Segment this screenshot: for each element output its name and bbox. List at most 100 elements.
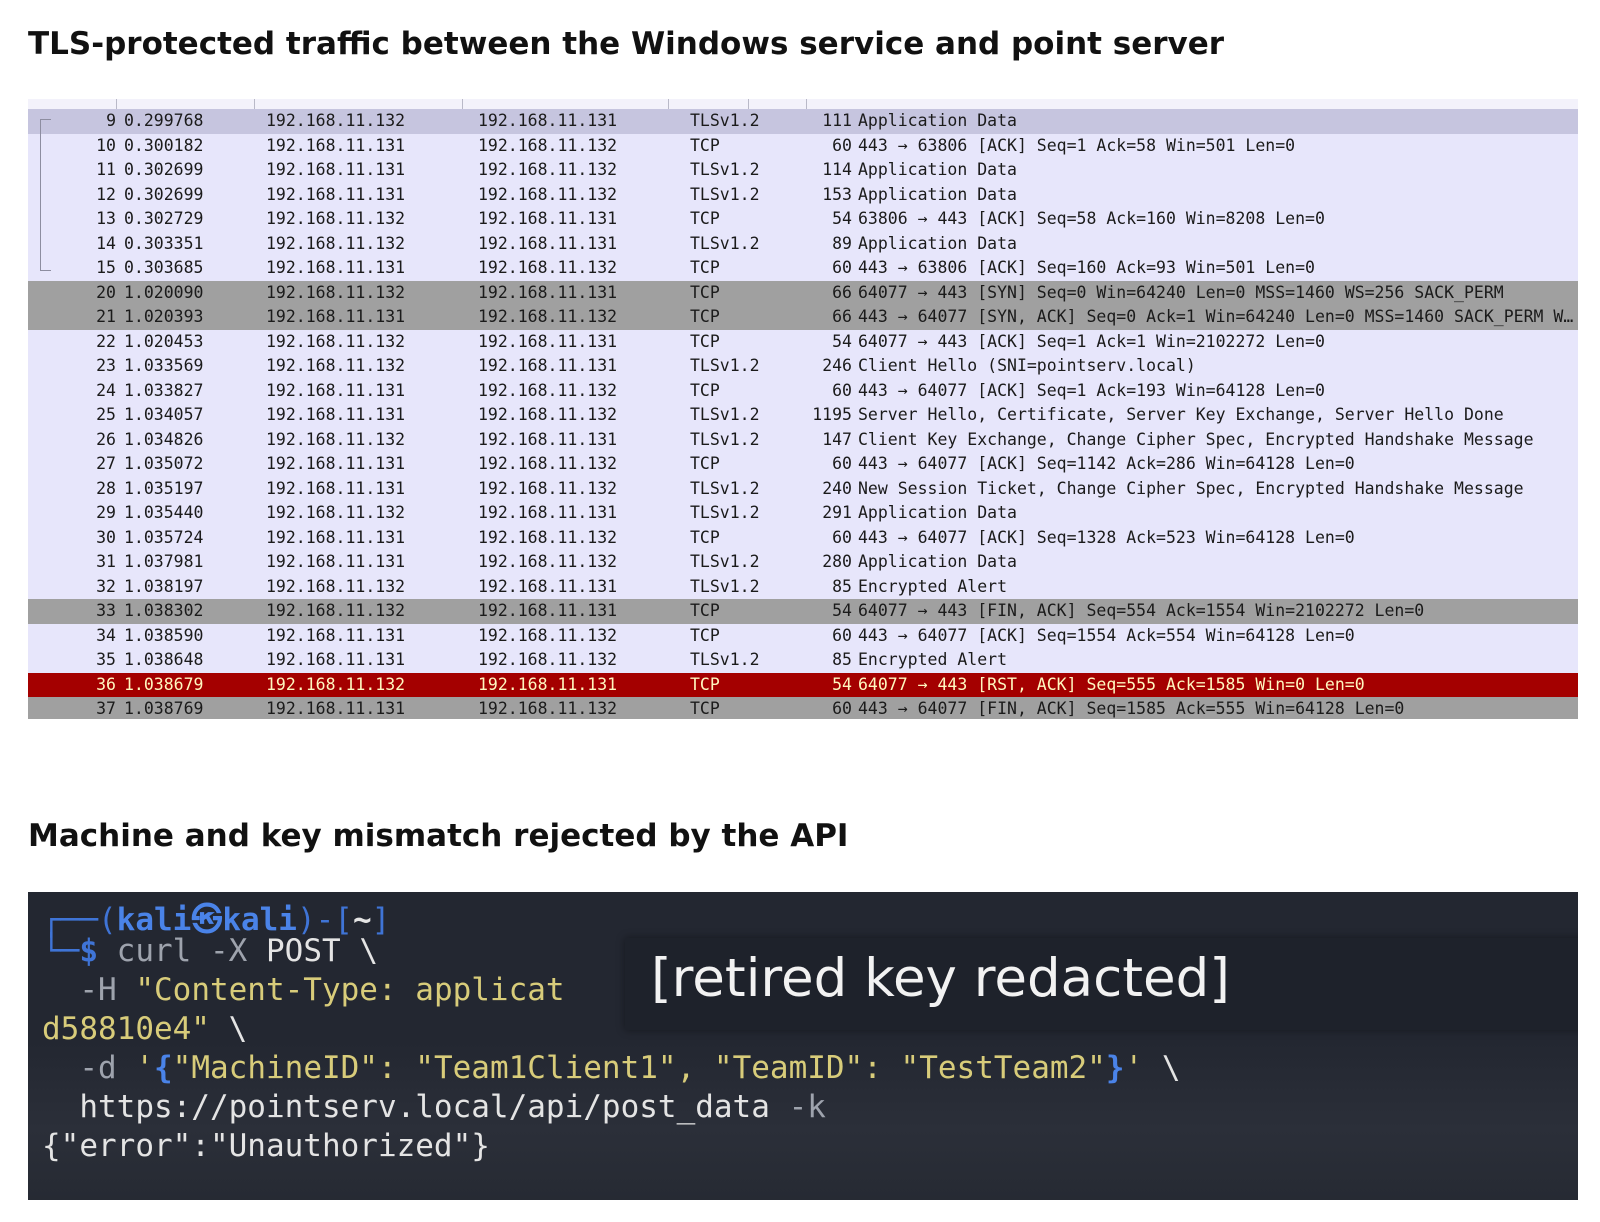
packet-protocol: TLSv1.2 [690,184,760,204]
packet-row[interactable]: 10 0.300182 192.168.11.131 192.168.11.132 TC… [28,133,1578,158]
packet-info: 64077 → 443 [RST, ACK] Seq=555 Ack=1585 … [858,674,1365,694]
packet-number: 10 [96,135,116,155]
command-line-2: -H "Content-Type: applicat [79,972,565,1008]
packet-row[interactable]: 35 1.038648 192.168.11.131 192.168.11.132 TL… [28,648,1578,673]
packet-time: 1.038302 [124,601,204,620]
packet-row[interactable]: 32 1.038197 192.168.11.132 192.168.11.131 TL… [28,574,1578,599]
packet-length: 54 [832,209,852,228]
packet-destination: 192.168.11.131 [478,503,618,522]
packet-row[interactable]: 34 1.038590 192.168.11.131 192.168.11.132 TC… [28,623,1578,648]
packet-protocol: TLSv1.2 [690,650,760,669]
redaction-overlay: [retired key redacted] [625,938,1578,1030]
packet-source: 192.168.11.131 [266,552,406,571]
packet-list[interactable]: 9 0.299768 192.168.11.132 192.168.11.131 TLS… [28,99,1578,719]
packet-source: 192.168.11.131 [266,699,406,718]
packet-time: 1.034057 [124,405,204,424]
packet-info: New Session Ticket, Change Cipher Spec, … [858,478,1524,498]
packet-row[interactable]: 11 0.302699 192.168.11.131 192.168.11.132 TL… [28,158,1578,183]
packet-number: 20 [96,282,116,302]
packet-info: 443 → 64077 [SYN, ACK] Seq=0 Ack=1 Win=6… [858,307,1578,326]
packet-protocol: TLSv1.2 [690,160,760,179]
packet-source: 192.168.11.131 [266,478,406,498]
packet-protocol: TCP [690,601,720,620]
packet-time: 0.302699 [124,184,204,204]
packet-protocol: TCP [690,209,720,228]
packet-row[interactable]: 20 1.020090 192.168.11.132 192.168.11.131 TC… [28,280,1578,305]
packet-row[interactable]: 12 0.302699 192.168.11.131 192.168.11.132 TL… [28,182,1578,207]
packet-destination: 192.168.11.131 [478,674,618,694]
packet-time: 1.035197 [124,478,204,498]
packet-number: 29 [96,503,116,522]
packet-row[interactable]: 21 1.020393 192.168.11.131 192.168.11.132 TC… [28,305,1578,330]
packet-number: 33 [96,601,116,620]
packet-row[interactable]: 26 1.034826 192.168.11.132 192.168.11.131 TL… [28,427,1578,452]
api-response: {"error":"Unauthorized"} [42,1128,490,1164]
packet-row[interactable]: 36 1.038679 192.168.11.132 192.168.11.131 TC… [28,672,1578,697]
packet-source: 192.168.11.131 [266,454,406,473]
packet-length: 60 [832,135,852,155]
packet-source: 192.168.11.131 [266,258,406,277]
packet-row[interactable]: 23 1.033569 192.168.11.132 192.168.11.131 TL… [28,354,1578,379]
packet-row[interactable]: 28 1.035197 192.168.11.131 192.168.11.132 TL… [28,476,1578,501]
packet-time: 1.038197 [124,576,204,596]
packet-destination: 192.168.11.132 [478,184,618,204]
packet-destination: 192.168.11.132 [478,454,618,473]
packet-number: 31 [96,552,116,571]
packet-number: 37 [96,699,116,718]
packet-time: 1.035440 [124,503,204,522]
packet-destination: 192.168.11.132 [478,552,618,571]
packet-row[interactable]: 22 1.020453 192.168.11.132 192.168.11.131 TC… [28,329,1578,354]
packet-length: 60 [832,699,852,718]
packet-row[interactable]: 25 1.034057 192.168.11.131 192.168.11.132 TL… [28,403,1578,428]
packet-number: 15 [96,258,116,277]
terminal-window[interactable]: ┌──(kali㉿kali)-[~] └─$ curl -X POST \ -H… [28,892,1578,1200]
packet-row[interactable]: 29 1.035440 192.168.11.132 192.168.11.131 TL… [28,501,1578,526]
packet-protocol: TLSv1.2 [690,429,760,449]
packet-protocol: TCP [690,674,720,694]
packet-number: 36 [96,674,116,694]
packet-row[interactable]: 14 0.303351 192.168.11.132 192.168.11.131 TL… [28,231,1578,256]
packet-number: 30 [96,527,116,547]
packet-info: Application Data [858,160,1017,179]
packet-source: 192.168.11.131 [266,405,406,424]
packet-protocol: TCP [690,380,720,400]
packet-time: 0.300182 [124,135,204,155]
packet-row[interactable]: 24 1.033827 192.168.11.131 192.168.11.132 TC… [28,378,1578,403]
packet-row[interactable]: 33 1.038302 192.168.11.132 192.168.11.131 TC… [28,599,1578,624]
packet-time: 1.035724 [124,527,204,547]
packet-time: 0.302729 [124,209,204,228]
packet-time: 1.038590 [124,625,204,645]
packet-length: 66 [832,307,852,326]
packet-row[interactable]: 37 1.038769 192.168.11.131 192.168.11.132 TC… [28,697,1578,719]
packet-length: 85 [832,650,852,669]
packet-row[interactable]: 9 0.299768 192.168.11.132 192.168.11.131 TLS… [28,109,1578,134]
packet-row[interactable]: 30 1.035724 192.168.11.131 192.168.11.132 TC… [28,525,1578,550]
packet-row[interactable]: 15 0.303685 192.168.11.131 192.168.11.132 TC… [28,256,1578,281]
packet-number: 13 [96,209,116,228]
packet-destination: 192.168.11.132 [478,160,618,179]
packet-source: 192.168.11.132 [266,601,406,620]
packet-row[interactable]: 31 1.037981 192.168.11.131 192.168.11.132 TL… [28,550,1578,575]
packet-source: 192.168.11.132 [266,209,406,228]
packet-length: 60 [832,527,852,547]
command-line-3: d58810e4" \ [42,1011,248,1047]
packet-source: 192.168.11.132 [266,503,406,522]
packet-protocol: TCP [690,527,720,547]
packet-info: 443 → 64077 [ACK] Seq=1142 Ack=286 Win=6… [858,454,1355,473]
packet-protocol: TCP [690,135,720,155]
packet-row[interactable]: 13 0.302729 192.168.11.132 192.168.11.131 TC… [28,207,1578,232]
packet-length: 153 [822,184,852,204]
packet-source: 192.168.11.132 [266,576,406,596]
packet-source: 192.168.11.131 [266,650,406,669]
packet-source: 192.168.11.132 [266,331,406,351]
packet-length: 240 [822,478,852,498]
packet-length: 60 [832,258,852,277]
packet-protocol: TCP [690,699,720,718]
packet-row[interactable]: 27 1.035072 192.168.11.131 192.168.11.132 TC… [28,452,1578,477]
packet-info: Application Data [858,184,1017,204]
packet-time: 1.020090 [124,282,204,302]
packet-length: 85 [832,576,852,596]
packet-time: 0.299768 [124,111,204,130]
packet-destination: 192.168.11.132 [478,527,618,547]
packet-info: 443 → 64077 [ACK] Seq=1 Ack=193 Win=6412… [858,380,1325,400]
